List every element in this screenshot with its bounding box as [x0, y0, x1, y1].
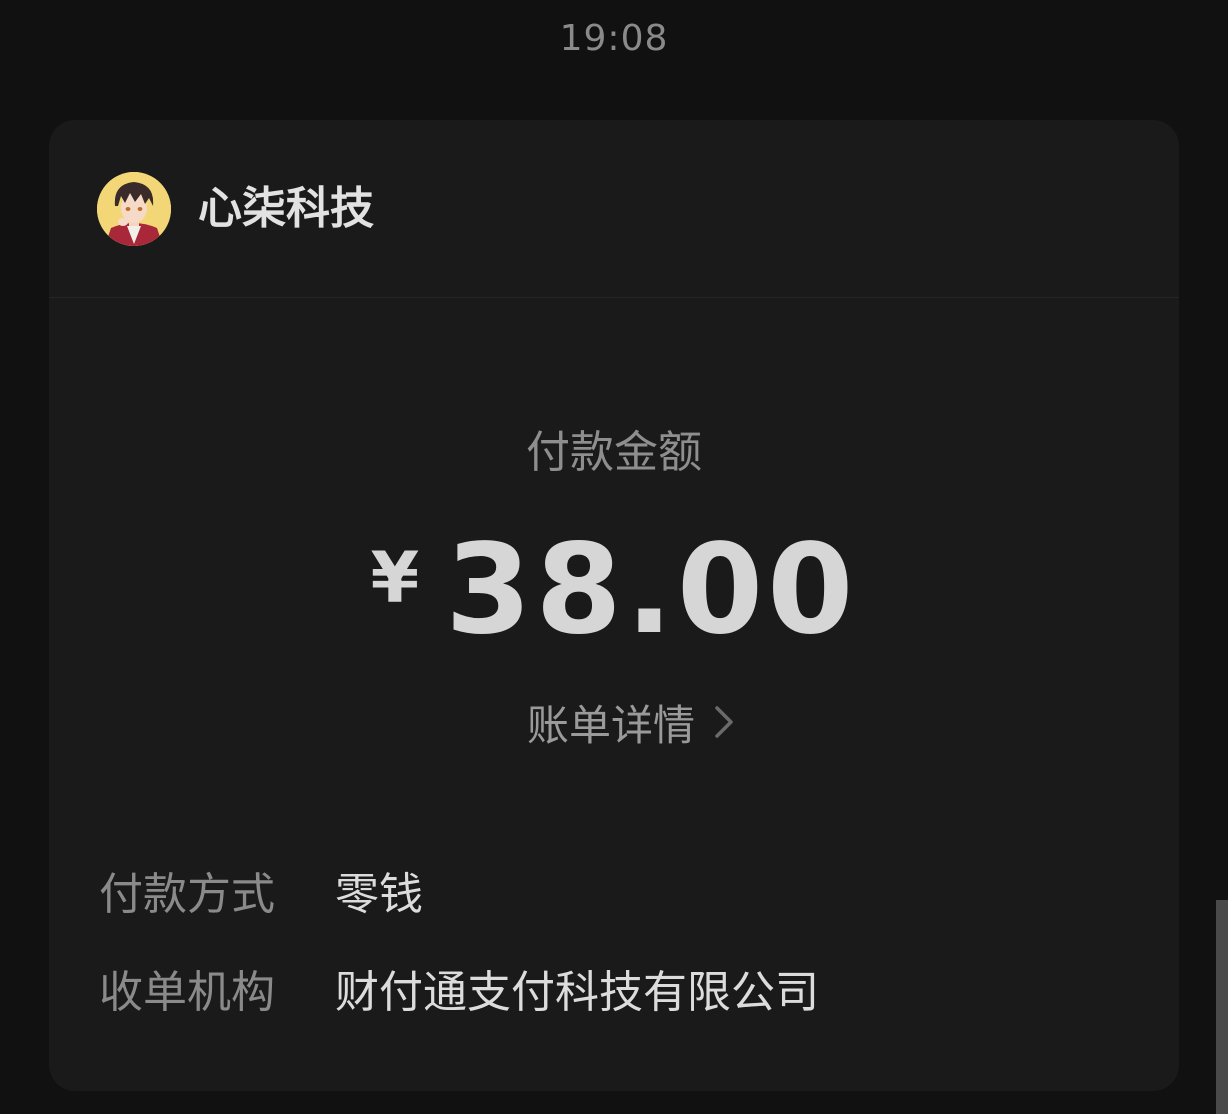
acquirer-label: 收单机构 — [99, 967, 275, 1018]
bill-details-link[interactable]: 账单详情 — [527, 694, 735, 750]
bill-details-label: 账单详情 — [527, 700, 696, 750]
merchant-avatar[interactable] — [97, 172, 171, 246]
merchant-name[interactable]: 心柒科技 — [198, 180, 374, 238]
currency-symbol: ¥ — [370, 537, 420, 619]
amount-label: 付款金额 — [526, 427, 702, 478]
acquirer-row: 收单机构 财付通支付科技有限公司 — [99, 960, 819, 1018]
amount-value: 38.00 — [445, 518, 858, 662]
payment-method-value: 零钱 — [335, 869, 423, 920]
acquirer-value: 财付通支付科技有限公司 — [335, 967, 819, 1018]
chevron-right-icon — [715, 706, 733, 738]
status-time: 19:08 — [559, 18, 669, 59]
anime-character-avatar-icon — [97, 172, 171, 246]
payment-method-row: 付款方式 零钱 — [99, 862, 423, 920]
merchant-header[interactable]: 心柒科技 — [49, 120, 1179, 298]
payment-method-label: 付款方式 — [99, 869, 275, 920]
scrollbar[interactable] — [1216, 900, 1228, 1114]
payment-amount: ¥38.00 — [49, 518, 1179, 662]
payment-card: 心柒科技 付款金额 ¥38.00 账单详情 付款方式 零钱 收单机构 财付通支付… — [49, 120, 1179, 1091]
